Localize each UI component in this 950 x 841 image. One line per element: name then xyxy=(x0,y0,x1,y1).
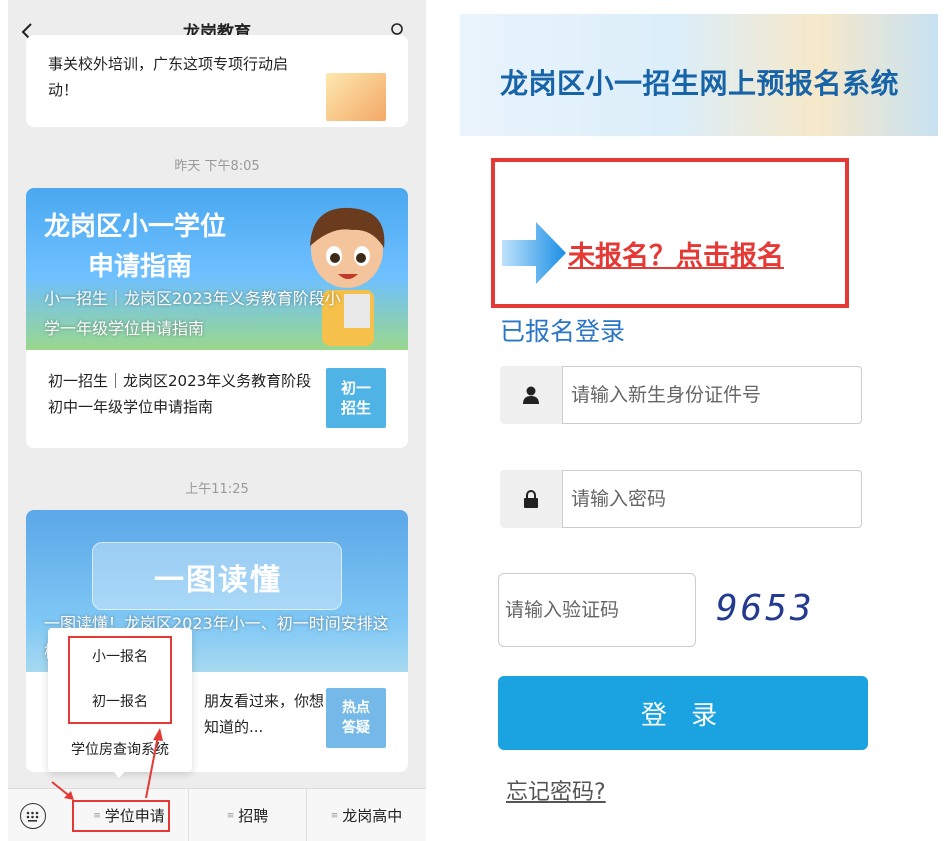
banner-title: 龙岗区小一学位 xyxy=(44,212,227,242)
article-thumbnail: 热点 答疑 xyxy=(326,688,386,748)
password-field xyxy=(500,470,862,528)
menu-item-school-housing-query[interactable]: 学位房查询系统 xyxy=(48,739,192,759)
lock-icon xyxy=(500,470,562,528)
timestamp: 昨天 下午8:05 xyxy=(174,159,260,174)
registration-website-panel: 龙岗区小一招生网上预报名系统 未报名？点击报名 已报名登录 9653 登 录 忘… xyxy=(460,0,938,841)
bottom-menu-bar: ≡ 学位申请 ≡ 招聘 ≡ 龙岗高中 xyxy=(8,788,426,841)
tab-label: 招聘 xyxy=(238,807,269,825)
article-title[interactable]: 朋友看过来，你想知道的... xyxy=(204,688,334,740)
article-thumbnail xyxy=(326,73,386,121)
banner-caption: 小一招生｜龙岗区2023年义务教育阶段小学一年级学位申请指南 xyxy=(44,289,341,338)
thumbnail-text: 招生 xyxy=(340,399,371,417)
thumbnail-text: 答疑 xyxy=(342,720,370,736)
thumbnail-text: 热点 xyxy=(342,700,370,716)
arrow-right-icon xyxy=(502,222,566,284)
banner-title: 一图读懂 xyxy=(154,563,282,598)
register-link[interactable]: 未报名？点击报名 xyxy=(568,234,784,273)
site-header: 龙岗区小一招生网上预报名系统 xyxy=(460,14,938,136)
submenu-popup: 小一报名 初一报名 学位房查询系统 xyxy=(48,628,192,772)
menu-lines-icon: ≡ xyxy=(226,810,235,821)
menu-tab-recruitment[interactable]: ≡ 招聘 xyxy=(188,789,306,841)
menu-lines-icon: ≡ xyxy=(330,810,339,821)
article-banner[interactable]: 龙岗区小一学位 申请指南 小一招生｜龙岗区2023年义务教育阶段小学一年级学位申… xyxy=(26,188,408,350)
keyboard-icon[interactable] xyxy=(20,803,46,829)
highlight-box xyxy=(72,800,170,832)
captcha-image[interactable]: 9653 xyxy=(716,588,815,629)
wechat-account-panel: 龙岗教育 事关校外培训，广东这项专项行动启动！ 昨天 下午8:05 龙岗区小一学… xyxy=(8,0,426,841)
person-icon xyxy=(500,366,562,424)
article-thumbnail: 初一 招生 xyxy=(326,368,386,428)
timestamp: 上午11:25 xyxy=(185,482,249,497)
article-title[interactable]: 初一招生｜龙岗区2023年义务教育阶段初中一年级学位申请指南 xyxy=(48,368,318,420)
forgot-password-link[interactable]: 忘记密码? xyxy=(506,774,606,806)
menu-tab-longgang-high[interactable]: ≡ 龙岗高中 xyxy=(306,789,426,841)
article-title: 事关校外培训，广东这项专项行动启动！ xyxy=(48,55,289,99)
login-section-title: 已报名登录 xyxy=(500,317,626,346)
popup-pointer xyxy=(112,770,126,778)
id-number-input[interactable] xyxy=(562,366,862,424)
login-button[interactable]: 登 录 xyxy=(498,676,868,750)
password-input[interactable] xyxy=(562,470,862,528)
captcha-input[interactable] xyxy=(498,573,696,647)
site-title: 龙岗区小一招生网上预报名系统 xyxy=(500,67,900,100)
article-card-partial[interactable]: 事关校外培训，广东这项专项行动启动！ xyxy=(26,35,408,127)
thumbnail-text: 初一 xyxy=(340,379,371,397)
highlight-box xyxy=(68,636,172,724)
tab-label: 龙岗高中 xyxy=(342,807,403,825)
banner-subtitle: 申请指南 xyxy=(88,252,193,282)
id-number-field xyxy=(500,366,862,424)
banner-panel: 一图读懂 xyxy=(92,542,342,610)
article-card[interactable]: 龙岗区小一学位 申请指南 小一招生｜龙岗区2023年义务教育阶段小学一年级学位申… xyxy=(26,188,408,448)
